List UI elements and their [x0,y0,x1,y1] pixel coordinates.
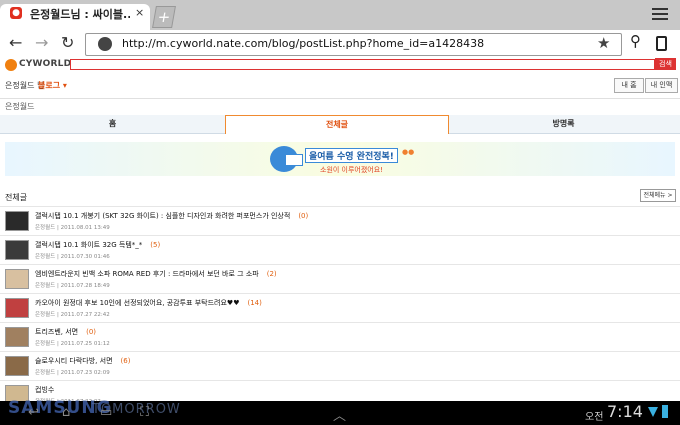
search-icon[interactable]: ⚲ [630,32,641,50]
bookmark-star-icon[interactable]: ★ [597,34,610,52]
post-title[interactable]: 카오아이 원정대 후보 10인에 선정되었어요, 공감투표 부탁드려요♥♥ (14… [35,298,262,308]
my-friends-button[interactable]: 내 인맥 [645,78,678,93]
cyworld-logo-text[interactable]: CYWORLD [19,59,71,69]
post-meta: 은정월드 | 2011.08.01 13:49 [35,225,110,231]
tab-title: 은정월드님 : 싸이블... [30,8,130,21]
cyworld-favicon-icon: ● [10,7,22,19]
tab-guestbook[interactable]: 방명록 [447,115,680,133]
post-title[interactable]: 엠비엔트라운지 빈백 소파 ROMA RED 후기 : 드라마에서 보던 바로 … [35,269,277,279]
post-title[interactable]: 갤럭시탭 10.1 화이트 32G 득템*_* (5) [35,240,160,250]
post-title[interactable]: 갤럭시탭 10.1 개봉기 (SKT 32G 화이트) : 심플한 디자인과 화… [35,211,308,221]
list-item[interactable]: 엠비엔트라운지 빈백 소파 ROMA RED 후기 : 드라마에서 보던 바로 … [0,264,680,294]
post-meta: 은정월드 | 2011.07.28 18:49 [35,283,110,289]
url-text[interactable]: http://m.cyworld.nate.com/blog/postList.… [122,37,484,50]
banner-subtitle: 소원이 이루어졌어요! [320,166,383,174]
refresh-button[interactable]: ↻ [61,33,74,52]
post-thumbnail[interactable] [5,211,29,231]
post-title[interactable]: 컵빙수 [35,385,62,395]
system-up-chevron-icon[interactable]: ︿ [333,405,346,424]
banner-title: 올여름 수영 완전정복! [305,148,398,163]
my-home-button[interactable]: 내 홈 [614,78,644,93]
post-title[interactable]: 슬로우시티 다락다방, 서면 (6) [35,356,130,366]
tab-home[interactable]: 홈 [0,115,225,133]
new-tab-button[interactable]: + [152,6,176,28]
list-item[interactable]: 카오아이 원정대 후보 10인에 선정되었어요, 공감투표 부탁드려요♥♥ (14… [0,293,680,323]
clock-ampm: 오전 [585,412,604,423]
back-button[interactable]: ← [9,33,22,52]
comment-count: (2) [266,270,277,278]
post-thumbnail[interactable] [5,269,29,289]
post-thumbnail[interactable] [5,327,29,347]
globe-icon [98,37,112,51]
post-meta: 은정월드 | 2011.07.30 01:46 [35,254,110,260]
post-thumbnail[interactable] [5,298,29,318]
list-item[interactable]: 슬로우시티 다락다방, 서면 (6) 은정월드 | 2011.07.23 02:0… [0,351,680,381]
system-back-icon[interactable]: ↩ [28,405,39,420]
blog-dropdown[interactable]: 블로그 ▾ [38,80,67,91]
post-title[interactable]: 트리즈벤, 서면 (0) [35,327,96,337]
banner-decoration-icon: ●● [402,148,415,156]
system-recent-apps-icon[interactable]: ▭ [100,405,112,420]
blog-owner: 은정월드 [5,102,35,111]
tab-close-button[interactable]: × [135,6,144,19]
list-item[interactable]: 갤럭시탭 10.1 화이트 32G 득템*_* (5) 은정월드 | 2011.0… [0,235,680,265]
post-meta: 은정월드 | 2011.07.27 22:42 [35,312,110,318]
clock[interactable]: 7:14 [607,402,643,421]
post-meta: 은정월드 | 2011.07.25 01:12 [35,341,110,347]
comment-count: (6) [120,357,131,365]
site-search-input[interactable] [70,59,655,70]
comment-count: (14) [247,299,262,307]
system-home-icon[interactable]: ⌂ [62,405,70,420]
tab-all-posts[interactable]: 전체글 [225,115,449,134]
battery-icon [662,405,668,418]
comment-count: (5) [150,241,161,249]
post-meta: 은정월드 | 2011.07.23 02:09 [35,370,110,376]
bookmarks-icon[interactable] [656,36,667,51]
comment-count: (0) [86,328,97,336]
user-row [0,72,680,99]
list-item[interactable]: 트리즈벤, 서면 (0) 은정월드 | 2011.07.25 01:12 [0,322,680,352]
post-thumbnail[interactable] [5,240,29,260]
browser-menu-icon[interactable] [652,8,668,23]
cyworld-logo-icon[interactable] [5,59,17,71]
site-search-button[interactable]: 검색 [655,58,676,70]
post-thumbnail[interactable] [5,356,29,376]
all-menu-button[interactable]: 전체메뉴 > [640,189,676,202]
list-item[interactable]: 갤럭시탭 10.1 개봉기 (SKT 32G 화이트) : 심플한 디자인과 화… [0,206,680,236]
swimmer-icon-board [285,154,303,166]
system-screenshot-icon[interactable]: ⛶ [140,405,149,420]
posts-section-label: 전체글 [5,193,28,202]
comment-count: (0) [298,212,309,220]
forward-button[interactable]: → [35,33,48,52]
